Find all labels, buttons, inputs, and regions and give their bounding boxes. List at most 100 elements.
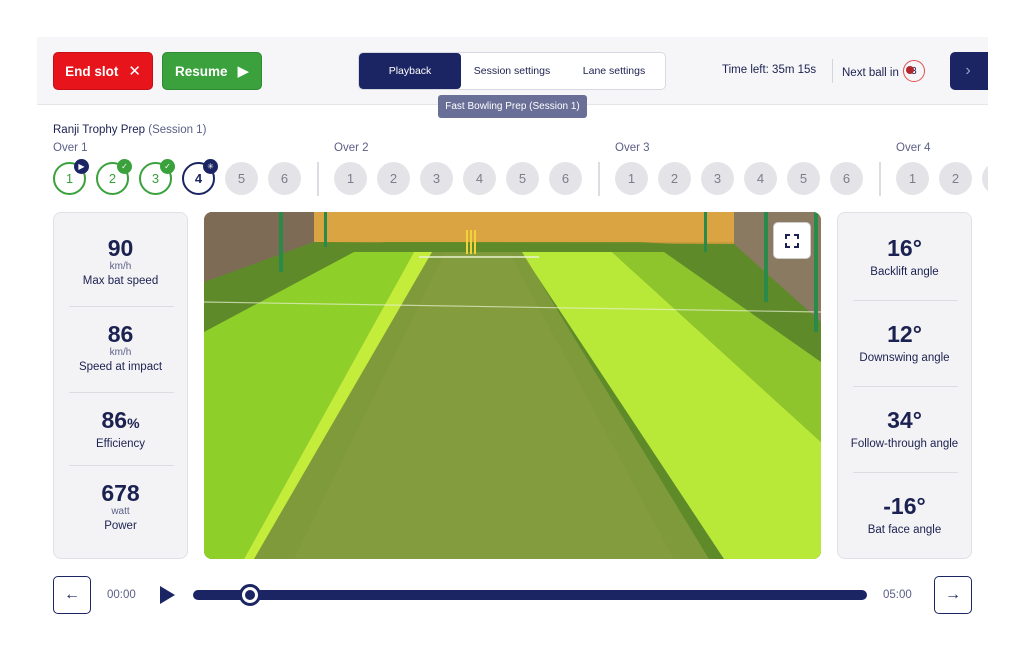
ball-button[interactable]: 4: [463, 162, 496, 195]
expand-icon: [785, 233, 799, 248]
tab-session-settings[interactable]: Session settings: [461, 53, 563, 89]
ball-number: 3: [432, 171, 441, 186]
expand-button[interactable]: [773, 222, 811, 259]
bat-metrics-panel: 90 km/h Max bat speed 86 km/h Speed at i…: [53, 212, 188, 559]
stat-unit: km/h: [109, 347, 132, 358]
over-separator: [598, 162, 600, 196]
ball-number: 3: [713, 171, 722, 186]
stat-label: Follow-through angle: [850, 438, 959, 450]
session-title: Ranji Trophy Prep (Session 1): [53, 124, 206, 136]
ball-button[interactable]: 3: [982, 162, 988, 195]
divider: [69, 392, 174, 393]
ball-button[interactable]: 2: [658, 162, 691, 195]
divider: [69, 465, 174, 466]
ball-button[interactable]: 1: [334, 162, 367, 195]
stat-value: 12°: [887, 321, 922, 347]
stat-value: 90: [107, 235, 134, 261]
video-player[interactable]: [204, 212, 821, 559]
ball-number: 2: [670, 171, 679, 186]
chevron-right-icon: ›: [965, 62, 971, 79]
stat-power: 678 watt Power: [54, 480, 187, 533]
check-icon: ✓: [117, 159, 132, 174]
total-time: 05:00: [883, 589, 912, 601]
ball-button[interactable]: 3: [701, 162, 734, 195]
current-time: 00:00: [107, 589, 136, 601]
next-ball-label: Next ball in: [842, 67, 899, 79]
time-left: Time left: 35m 15s: [722, 64, 817, 76]
stat-follow-through-angle: 34° Follow-through angle: [838, 407, 971, 451]
over-label: Over 1: [53, 142, 88, 154]
stat-value: -16°: [883, 493, 926, 519]
ball-number: 5: [237, 171, 246, 186]
next-button[interactable]: ›: [950, 52, 988, 90]
seek-thumb[interactable]: [239, 584, 261, 606]
stat-value: 678: [101, 480, 140, 506]
end-slot-button[interactable]: End slot ✕: [53, 52, 153, 90]
resume-label: Resume: [174, 63, 228, 79]
stat-label: Backlift angle: [870, 266, 939, 278]
ball-number: 4: [194, 171, 203, 186]
stat-bat-face-angle: -16° Bat face angle: [838, 493, 971, 537]
ball-button[interactable]: 6: [549, 162, 582, 195]
stat-suffix: %: [127, 415, 140, 431]
play-icon[interactable]: [160, 586, 175, 604]
ball-number: 3: [151, 171, 160, 186]
stat-label: Speed at impact: [78, 361, 163, 373]
stat-efficiency: 86% Efficiency: [54, 409, 187, 451]
play-icon: ▶: [237, 62, 250, 80]
ball-button[interactable]: 2: [377, 162, 410, 195]
session-number: (Session 1): [148, 124, 207, 136]
ball-button[interactable]: 1 ▶: [53, 159, 89, 195]
close-icon: ✕: [128, 62, 141, 80]
ball-button[interactable]: 5: [787, 162, 820, 195]
session-name: Ranji Trophy Prep: [53, 124, 146, 136]
ball-button[interactable]: 5: [506, 162, 539, 195]
stat-value: 86: [107, 321, 134, 347]
ball-button[interactable]: 2: [939, 162, 972, 195]
pitch-video-frame: [204, 212, 821, 559]
ball-button[interactable]: 5: [225, 162, 258, 195]
ball-button[interactable]: 1: [615, 162, 648, 195]
tab-playback[interactable]: Playback: [359, 53, 461, 89]
ball-button[interactable]: 4: [744, 162, 777, 195]
stat-number: 86: [101, 407, 128, 433]
ball-number: 4: [756, 171, 765, 186]
next-ball-countdown: 3: [902, 60, 925, 82]
ball-button[interactable]: 6: [830, 162, 863, 195]
over-label: Over 4: [896, 142, 931, 154]
ball-button[interactable]: 6: [268, 162, 301, 195]
stat-value: 86%: [54, 409, 187, 432]
next-ball-button[interactable]: →: [934, 576, 972, 614]
cricket-ball-icon: [905, 66, 914, 74]
stat-label: Max bat speed: [82, 275, 159, 287]
ball-button[interactable]: 3 ✓: [139, 159, 175, 195]
resume-button[interactable]: Resume ▶: [162, 52, 262, 90]
divider: [69, 306, 174, 307]
ball-number: 6: [561, 171, 570, 186]
tab-lane-settings[interactable]: Lane settings: [563, 53, 665, 89]
stat-label: Efficiency: [95, 438, 145, 450]
ball-number: 4: [475, 171, 484, 186]
seek-slider[interactable]: [193, 584, 867, 606]
stat-speed-at-impact: 86 km/h Speed at impact: [54, 321, 187, 374]
angle-metrics-panel: 16° Backlift angle 12° Downswing angle 3…: [837, 212, 972, 559]
ball-number: 1: [627, 171, 636, 186]
view-tabs: Playback Session settings Lane settings: [358, 52, 666, 90]
over-separator: [879, 162, 881, 196]
over-separator: [317, 162, 319, 196]
previous-ball-button[interactable]: ←: [53, 576, 91, 614]
ball-button[interactable]: 4 ✳: [182, 159, 218, 195]
stat-value: 34°: [887, 407, 922, 433]
ball-number: 2: [951, 171, 960, 186]
stat-backlift-angle: 16° Backlift angle: [838, 237, 971, 279]
divider: [853, 386, 958, 387]
ball-button[interactable]: 1: [896, 162, 929, 195]
ball-button[interactable]: 3: [420, 162, 453, 195]
ball-number: 6: [842, 171, 851, 186]
app-frame: End slot ✕ Resume ▶ Playback Session set…: [37, 37, 988, 637]
ball-number: 2: [108, 171, 117, 186]
ball-button[interactable]: 2 ✓: [96, 159, 132, 195]
end-slot-label: End slot: [65, 63, 119, 79]
ball-number: 5: [518, 171, 527, 186]
over-label: Over 3: [615, 142, 650, 154]
